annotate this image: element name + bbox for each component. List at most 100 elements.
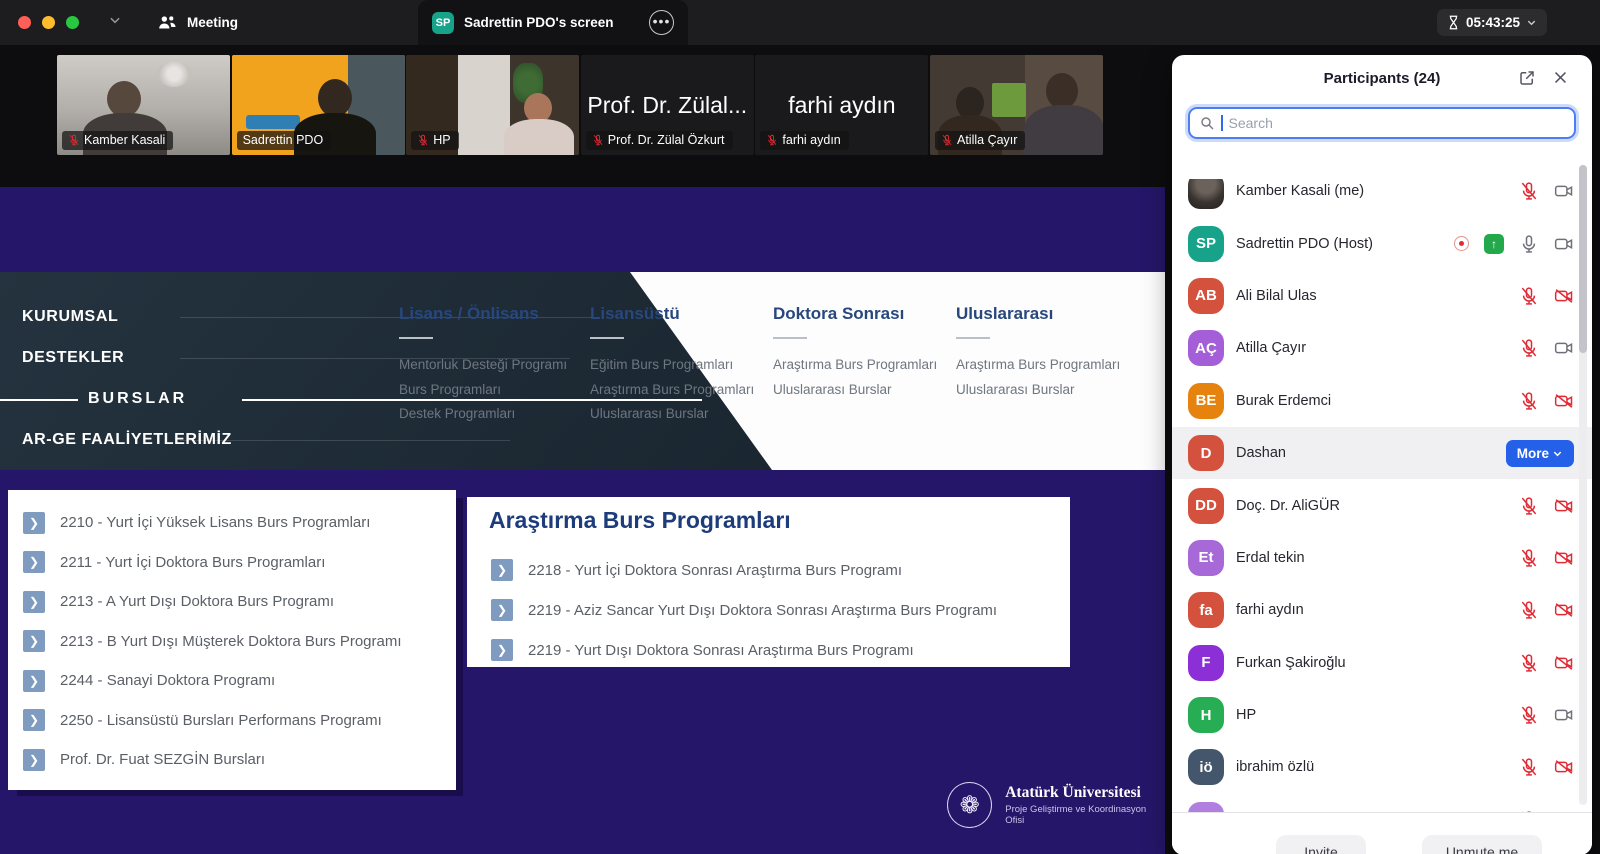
camera-off-icon[interactable] xyxy=(1554,757,1574,777)
menu-link[interactable]: Araştırma Burs Programları xyxy=(773,357,937,372)
nav-item-1[interactable]: KURUMSAL xyxy=(22,308,118,326)
avatar: DD xyxy=(1188,488,1224,524)
program-list-item[interactable]: ❯ 2244 - Sanayi Doktora Programı xyxy=(8,661,456,701)
menu-link[interactable]: Uluslararası Burslar xyxy=(590,406,754,421)
mic-muted-icon[interactable] xyxy=(1519,653,1539,673)
camera-on-icon[interactable] xyxy=(1554,234,1574,254)
participant-name: Atilla Çayır xyxy=(1236,340,1306,356)
program-list-item[interactable]: ❯ Prof. Dr. Fuat SEZGİN Bursları xyxy=(8,740,456,780)
camera-on-icon[interactable] xyxy=(1554,181,1574,201)
shared-screen: KURUMSALDESTEKLERBURSLARAR-GE FAALİYETLE… xyxy=(0,187,1165,854)
participant-row[interactable]: SPSadrettin PDO (Host)↑ xyxy=(1172,217,1592,269)
participant-row[interactable]: iöibrahim özlü xyxy=(1172,741,1592,793)
program-list-item[interactable]: ❯ 2213 - A Yurt Dışı Doktora Burs Progra… xyxy=(8,582,456,622)
participant-row[interactable]: fafarhi aydın xyxy=(1172,584,1592,636)
program-list-item[interactable]: ❯ 2210 - Yurt İçi Yüksek Lisans Burs Pro… xyxy=(8,503,456,543)
program-list-item[interactable]: ❯ 2213 - B Yurt Dışı Müşterek Doktora Bu… xyxy=(8,622,456,662)
menu-link[interactable]: Destek Programları xyxy=(399,406,567,421)
nav-item-2[interactable]: DESTEKLER xyxy=(22,349,124,367)
tab-screen-share[interactable]: SP Sadrettin PDO's screen ••• xyxy=(418,0,688,45)
search-input[interactable]: Search xyxy=(1188,107,1576,139)
menu-column-title[interactable]: Lisansüstü xyxy=(590,304,754,324)
card-title: Araştırma Burs Programları xyxy=(489,507,1070,534)
mic-muted-icon xyxy=(766,134,778,146)
menu-column: Uluslararası Araştırma Burs Programları Ul… xyxy=(956,304,1120,406)
meeting-timer[interactable]: 05:43:25 xyxy=(1437,9,1547,36)
avatar: AB xyxy=(1188,278,1224,314)
text-cursor xyxy=(1221,115,1223,131)
mic-on-icon[interactable] xyxy=(1519,234,1539,254)
camera-off-icon[interactable] xyxy=(1554,653,1574,673)
camera-off-icon[interactable] xyxy=(1554,391,1574,411)
avatar: H xyxy=(1188,697,1224,733)
menu-link[interactable]: Uluslararası Burslar xyxy=(956,382,1120,397)
video-tile[interactable]: Sadrettin PDO xyxy=(232,55,405,155)
camera-off-icon[interactable] xyxy=(1554,286,1574,306)
minimize-window-button[interactable] xyxy=(42,16,55,29)
close-window-button[interactable] xyxy=(18,16,31,29)
participant-row[interactable]: BEBurak Erdemci xyxy=(1172,375,1592,427)
menu-link[interactable]: Araştırma Burs Programları xyxy=(956,357,1120,372)
scrollbar[interactable] xyxy=(1579,165,1587,805)
tab-options-icon[interactable]: ••• xyxy=(649,10,674,35)
camera-on-icon[interactable] xyxy=(1554,705,1574,725)
participant-row[interactable]: Kamber Kasali (me) xyxy=(1172,179,1592,217)
more-button[interactable]: More xyxy=(1506,440,1574,467)
mic-muted-icon[interactable] xyxy=(1519,757,1539,777)
chevron-right-icon: ❯ xyxy=(491,599,513,621)
video-tile[interactable]: farhi aydınfarhi aydın xyxy=(755,55,928,155)
camera-off-icon[interactable] xyxy=(1554,548,1574,568)
participant-row[interactable]: DD Doç. Dr. AliGÜR xyxy=(1172,479,1592,531)
mic-muted-icon[interactable] xyxy=(1519,600,1539,620)
program-list-item[interactable]: ❯ 2219 - Yurt Dışı Doktora Sonrası Araşt… xyxy=(489,630,1070,670)
program-list-item[interactable]: ❯ 2218 - Yurt İçi Doktora Sonrası Araştı… xyxy=(489,550,1070,590)
video-tile[interactable]: Atilla Çayır xyxy=(930,55,1103,155)
participant-row[interactable]: DDashanMore xyxy=(1172,427,1592,479)
mic-muted-icon[interactable] xyxy=(1519,705,1539,725)
video-tile[interactable]: HP xyxy=(406,55,579,155)
zoom-window-button[interactable] xyxy=(66,16,79,29)
menu-link[interactable]: Burs Programları xyxy=(399,382,567,397)
program-list-item[interactable]: ❯ 2211 - Yurt İçi Doktora Burs Programla… xyxy=(8,543,456,583)
tile-name-label: Prof. Dr. Zülal Özkurt xyxy=(586,131,733,150)
popout-icon[interactable] xyxy=(1518,69,1536,87)
scrollbar-thumb[interactable] xyxy=(1579,165,1587,353)
participant-row[interactable]: iiPhone xyxy=(1172,794,1592,812)
participant-row[interactable]: FFurkan Şakiroğlu xyxy=(1172,637,1592,689)
nav-divider-line xyxy=(180,440,510,441)
participant-row[interactable]: HHP xyxy=(1172,689,1592,741)
video-tile[interactable]: Prof. Dr. Zülal...Prof. Dr. Zülal Özkurt xyxy=(581,55,754,155)
participant-row[interactable]: ABAli Bilal Ulas xyxy=(1172,270,1592,322)
participant-row[interactable]: AÇAtilla Çayır xyxy=(1172,322,1592,374)
program-list-item[interactable]: ❯ 2219 - Aziz Sancar Yurt Dışı Doktora S… xyxy=(489,590,1070,630)
program-list-item[interactable]: ❯ 2250 - Lisansüstü Bursları Performans … xyxy=(8,701,456,741)
menu-column-title[interactable]: Uluslararası xyxy=(956,304,1120,324)
mic-muted-icon[interactable] xyxy=(1519,391,1539,411)
tile-name-label: HP xyxy=(411,131,458,150)
menu-column-title[interactable]: Lisans / Önlisans xyxy=(399,304,567,324)
camera-on-icon[interactable] xyxy=(1554,338,1574,358)
participants-icon xyxy=(158,15,177,31)
menu-link[interactable]: Eğitim Burs Programları xyxy=(590,357,754,372)
menu-column-title[interactable]: Doktora Sonrası xyxy=(773,304,937,324)
menu-link[interactable]: Uluslararası Burslar xyxy=(773,382,937,397)
chevron-down-icon[interactable] xyxy=(108,13,122,27)
participant-row[interactable]: EtErdal tekin xyxy=(1172,532,1592,584)
participant-name: Doç. Dr. AliGÜR xyxy=(1236,498,1340,514)
tab-meeting[interactable]: Meeting xyxy=(158,0,238,45)
camera-off-icon[interactable] xyxy=(1554,496,1574,516)
nav-item-3[interactable]: BURSLAR xyxy=(88,390,187,408)
video-tile[interactable]: Kamber Kasali xyxy=(57,55,230,155)
mic-muted-icon[interactable] xyxy=(1519,338,1539,358)
mic-muted-icon[interactable] xyxy=(1519,286,1539,306)
close-icon[interactable] xyxy=(1552,69,1570,87)
mic-muted-icon[interactable] xyxy=(1519,496,1539,516)
mic-muted-icon[interactable] xyxy=(1519,181,1539,201)
menu-link[interactable]: Araştırma Burs Programları xyxy=(590,382,754,397)
camera-off-icon[interactable] xyxy=(1554,600,1574,620)
menu-column: Lisansüstü Eğitim Burs Programları Araştır… xyxy=(590,304,754,431)
unmute-me-button[interactable]: Unmute me xyxy=(1422,835,1542,854)
invite-button[interactable]: Invite xyxy=(1276,835,1366,854)
menu-link[interactable]: Mentorluk Desteği Programı xyxy=(399,357,567,372)
mic-muted-icon[interactable] xyxy=(1519,548,1539,568)
